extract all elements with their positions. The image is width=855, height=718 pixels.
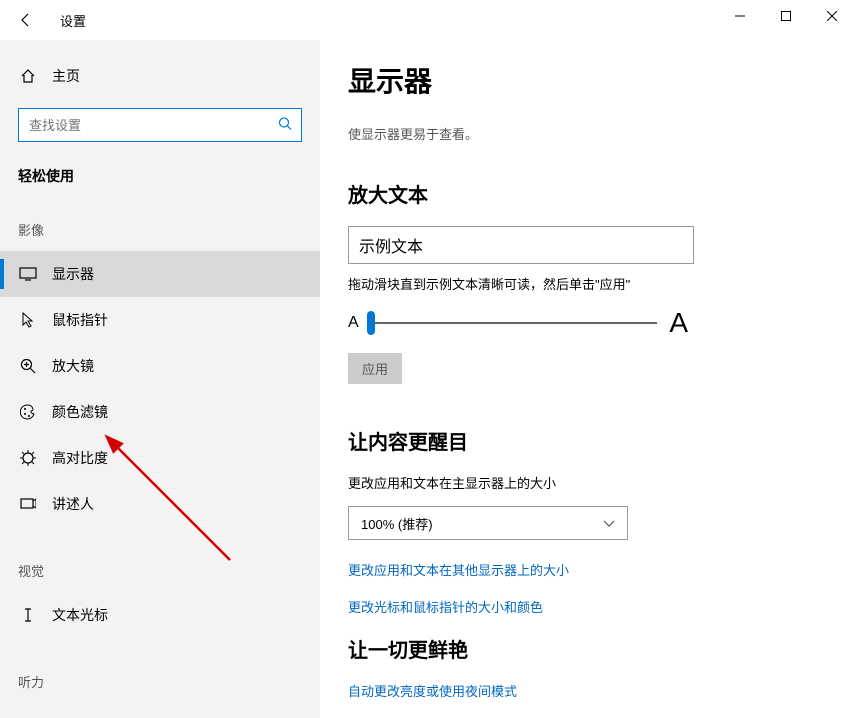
category-label: 影像 — [0, 186, 320, 251]
chevron-down-icon — [603, 516, 615, 531]
sidebar: 主页 轻松使用 影像 显示器 鼠标指针 放大镜 颜色滤镜 — [0, 40, 320, 718]
nav-label: 显示器 — [52, 264, 94, 284]
link-cursor-size[interactable]: 更改光标和鼠标指针的大小和颜色 — [348, 597, 855, 616]
category-label: 视觉 — [0, 527, 320, 592]
nav-label: 文本光标 — [52, 605, 108, 625]
section-heading-brighter: 让一切更鲜艳 — [348, 634, 855, 663]
select-value: 100% (推荐) — [361, 514, 433, 533]
sidebar-item-colorfilter[interactable]: 颜色滤镜 — [0, 389, 320, 435]
palette-icon — [18, 404, 38, 420]
maximize-button[interactable] — [763, 0, 809, 32]
section-heading-text: 放大文本 — [348, 179, 855, 208]
text-size-slider[interactable]: A A — [348, 307, 688, 339]
home-label: 主页 — [52, 66, 80, 86]
sidebar-item-magnifier[interactable]: 放大镜 — [0, 343, 320, 389]
window-controls — [717, 0, 855, 32]
search-container — [18, 108, 302, 142]
slider-thumb[interactable] — [367, 311, 375, 335]
sidebar-item-display[interactable]: 显示器 — [0, 251, 320, 297]
section-heading-bigger: 让内容更醒目 — [348, 426, 855, 455]
link-night-mode[interactable]: 自动更改亮度或使用夜间模式 — [348, 681, 855, 700]
close-button[interactable] — [809, 0, 855, 32]
slider-track[interactable] — [367, 322, 658, 324]
contrast-icon — [18, 450, 38, 466]
nav-label: 高对比度 — [52, 448, 108, 468]
sidebar-item-cursor[interactable]: 鼠标指针 — [0, 297, 320, 343]
content-pane: 显示器 使显示器更易于查看。 放大文本 示例文本 拖动滑块直到示例文本清晰可读，… — [320, 40, 855, 718]
category-label: 听力 — [0, 638, 320, 703]
link-other-displays[interactable]: 更改应用和文本在其他显示器上的大小 — [348, 560, 855, 579]
apply-button[interactable]: 应用 — [348, 353, 402, 384]
sidebar-item-textcursor[interactable]: 文本光标 — [0, 592, 320, 638]
nav-label: 鼠标指针 — [52, 310, 108, 330]
scale-description: 更改应用和文本在主显示器上的大小 — [348, 473, 855, 492]
nav-label: 讲述人 — [52, 494, 94, 514]
scale-select[interactable]: 100% (推荐) — [348, 506, 628, 540]
page-subtitle: 使显示器更易于查看。 — [348, 124, 855, 143]
monitor-icon — [18, 267, 38, 281]
slider-max-label: A — [669, 307, 688, 339]
home-button[interactable]: 主页 — [0, 58, 320, 94]
textcursor-icon — [18, 607, 38, 623]
slider-min-label: A — [348, 314, 359, 332]
back-button[interactable] — [14, 8, 38, 32]
sidebar-item-narrator[interactable]: 讲述人 — [0, 481, 320, 527]
minimize-button[interactable] — [717, 0, 763, 32]
search-icon — [278, 117, 292, 134]
main-container: 主页 轻松使用 影像 显示器 鼠标指针 放大镜 颜色滤镜 — [0, 40, 855, 718]
nav-label: 颜色滤镜 — [52, 402, 108, 422]
section-heading: 轻松使用 — [0, 142, 320, 186]
page-title: 显示器 — [348, 60, 855, 100]
nav-label: 放大镜 — [52, 356, 94, 376]
magnifier-icon — [18, 358, 38, 374]
window-title: 设置 — [60, 11, 86, 30]
titlebar: 设置 — [0, 0, 855, 40]
cursor-icon — [18, 312, 38, 328]
search-input[interactable] — [18, 108, 302, 142]
narrator-icon — [18, 496, 38, 512]
home-icon — [18, 68, 38, 84]
sidebar-item-contrast[interactable]: 高对比度 — [0, 435, 320, 481]
sample-text-box: 示例文本 — [348, 226, 694, 264]
slider-hint: 拖动滑块直到示例文本清晰可读，然后单击"应用" — [348, 274, 855, 293]
